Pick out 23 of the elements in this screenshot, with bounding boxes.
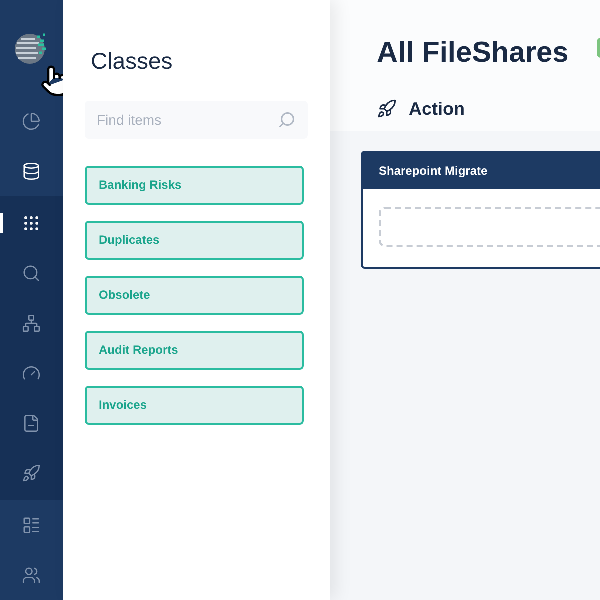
page-title: All FileShares [377,36,569,71]
search-icon [278,110,296,128]
search-field[interactable]: Find items [85,100,308,138]
hierarchy-icon [22,314,41,332]
class-item[interactable]: Invoices [85,386,304,424]
users-icon [22,566,41,584]
class-item[interactable]: Banking Risks [85,166,304,204]
list-icon [22,516,41,534]
pie-chart-icon [22,112,41,130]
database-icon [22,162,41,180]
gauge-icon [22,364,41,382]
search-icon [22,264,41,282]
document-icon [22,414,41,432]
rocket-icon [22,464,41,482]
class-item[interactable]: Duplicates [85,220,304,260]
panel-title: Classes [91,47,174,76]
section-title: Action [409,98,465,120]
grid-icon [22,214,41,232]
card-title: Sharepoint Migrate [379,163,488,180]
class-item[interactable]: Audit Reports [85,330,304,370]
rocket-icon [377,99,397,119]
class-item[interactable]: Obsolete [85,276,304,314]
active-indicator [0,213,3,233]
